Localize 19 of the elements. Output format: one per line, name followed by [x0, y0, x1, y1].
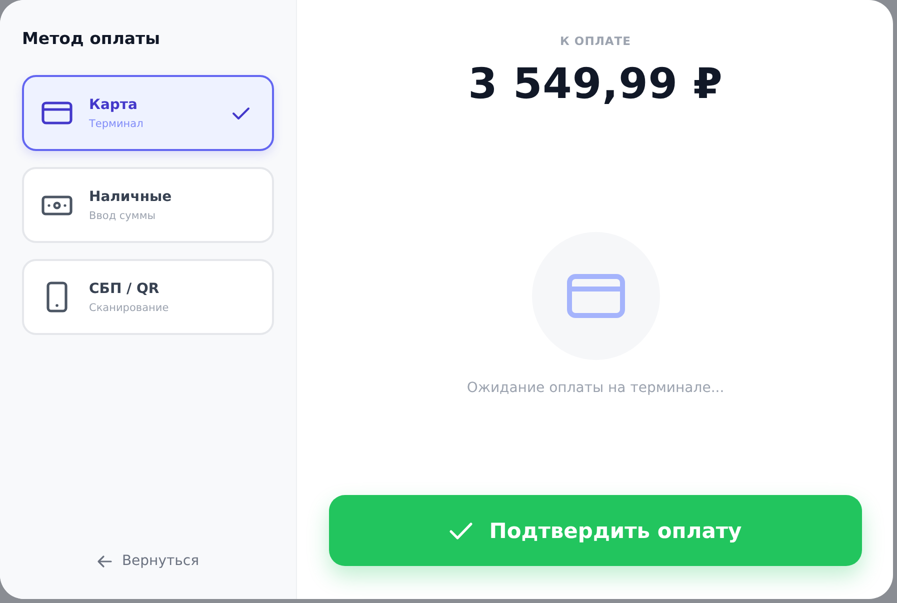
payment-method-option[interactable]: Карта Терминал [22, 75, 274, 151]
checkmark-icon [449, 522, 474, 540]
method-title: СБП / QR [89, 280, 160, 298]
back-link-label: Вернуться [122, 553, 200, 569]
back-arrow-icon [96, 554, 112, 568]
method-title: Карта [89, 96, 138, 114]
status-message: Ожидание оплаты на терминале... [466, 379, 724, 397]
payment-method-option[interactable]: Наличные Ввод суммы [22, 167, 274, 243]
method-subtitle: Сканирование [89, 300, 170, 314]
method-subtitle: Ввод суммы [89, 208, 157, 222]
method-subtitle: Терминал [89, 116, 144, 130]
credit-card-icon [566, 274, 624, 318]
amount-label: К ОПЛАТЕ [560, 33, 631, 49]
method-title: Наличные [89, 188, 173, 206]
amount-value: 3 549,99 ₽ [468, 58, 723, 110]
payment-method-option[interactable]: СБП / QR Сканирование [22, 259, 274, 335]
sidebar-title: Метод оплаты [22, 28, 162, 50]
back-link[interactable]: Вернуться [96, 553, 200, 569]
checkmark-icon [232, 106, 250, 120]
